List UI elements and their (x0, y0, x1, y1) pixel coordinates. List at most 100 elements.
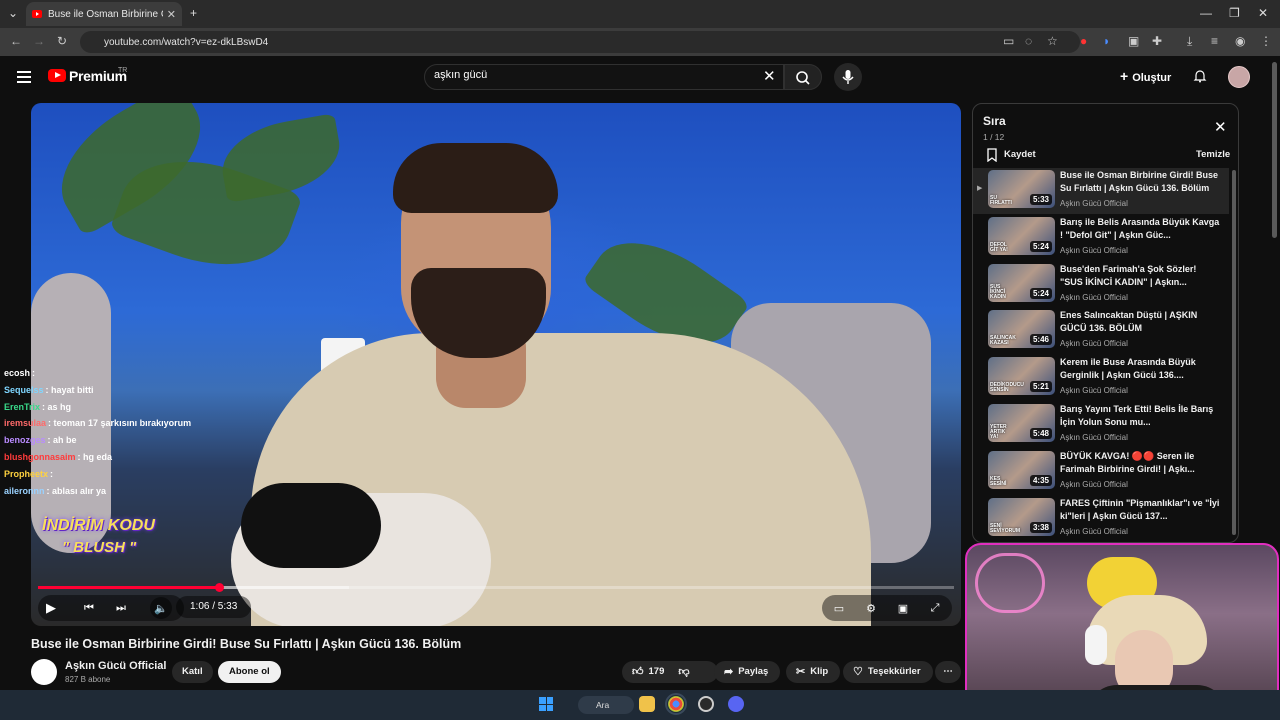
windows-start-icon[interactable] (539, 697, 553, 711)
queue-item[interactable]: YETER ARTIK YA! 5:48 Barış Yayını Terk Ett… (973, 402, 1229, 448)
volume-icon[interactable]: 🔈 (150, 597, 172, 619)
clear-queue-button[interactable]: Temizle (1196, 149, 1230, 160)
settings-gear-icon[interactable]: ⚙ (860, 597, 882, 619)
queue-item-title[interactable]: Enes Salıncaktan Düştü | AŞKIN GÜCÜ 136.… (1060, 309, 1220, 335)
thanks-button[interactable]: ♡ Teşekkürler (843, 661, 933, 683)
close-queue-icon[interactable]: ✕ (1214, 118, 1227, 136)
queue-item[interactable]: DEDİKODUCU SENSİN 5:21 Kerem ile Buse Aras… (973, 355, 1229, 401)
next-icon[interactable]: ⏭ (110, 597, 132, 619)
queue-thumbnail[interactable]: DEFOL GİT YA! 5:24 (988, 216, 1055, 255)
queue-item-title[interactable]: Barış ile Belis Arasında Büyük Kavga ! "… (1060, 216, 1220, 242)
account-avatar[interactable] (1228, 66, 1250, 88)
queue-item-channel: Aşkın Gücü Official (1060, 526, 1128, 536)
search-input[interactable]: aşkın gücü (434, 69, 487, 81)
save-queue-button[interactable]: Kaydet (1004, 149, 1036, 160)
queue-item-channel: Aşkın Gücü Official (1060, 199, 1128, 208)
queue-thumbnail[interactable]: KES SESİNİ 4:35 (988, 450, 1055, 489)
play-icon[interactable]: ▶ (40, 597, 62, 619)
reload-icon[interactable]: ↻ (57, 34, 67, 48)
extension-red-icon[interactable]: ● (1080, 34, 1087, 48)
chrome-icon[interactable] (665, 693, 687, 715)
download-icon[interactable]: ⤓ (1187, 34, 1192, 49)
now-playing-icon: ▶ (977, 185, 983, 192)
forward-icon[interactable]: → (33, 34, 45, 48)
thumbs-down-icon[interactable]: 👎︎ (678, 661, 689, 683)
previous-icon[interactable]: ⏮ (78, 597, 100, 619)
voice-search-button[interactable] (834, 63, 862, 91)
more-actions-button[interactable]: ⋯ (935, 661, 961, 683)
subscribe-button[interactable]: Abone ol (218, 661, 281, 683)
clear-search-icon[interactable]: ✕ (763, 67, 776, 85)
close-window-icon[interactable]: ✕ (1258, 6, 1268, 20)
extension-icon[interactable]: ▣ (1128, 34, 1139, 48)
page-scrollbar[interactable] (1272, 62, 1277, 238)
join-button[interactable]: Katıl (172, 661, 213, 683)
profile-icon[interactable]: ◉ (1235, 34, 1245, 48)
time-display: 1:06 / 5:33 (176, 596, 252, 618)
puzzle-icon[interactable]: ✚ (1152, 34, 1162, 48)
queue-thumbnail[interactable]: SUS İKİNCİ KADIN 5:24 (988, 263, 1055, 302)
queue-item-title[interactable]: BÜYÜK KAVGA! 🔴🔴 Seren ile Farimah Birbir… (1060, 450, 1220, 476)
notifications-bell-icon[interactable] (1193, 69, 1207, 83)
bookmark-icon[interactable] (986, 148, 998, 162)
queue-thumbnail[interactable]: SENİ SEVİYORUM 3:38 (988, 497, 1055, 536)
queue-thumbnail[interactable]: SALINCAK KAZASI 5:46 (988, 310, 1055, 349)
search-button[interactable] (784, 64, 822, 90)
like-count[interactable]: 179 (649, 661, 665, 683)
file-explorer-icon[interactable] (639, 696, 655, 712)
queue-item[interactable]: SUS İKİNCİ KADIN 5:24 Buse'den Farimah'a Ş… (973, 262, 1229, 308)
queue-item[interactable]: KES SESİNİ 4:35 BÜYÜK KAVGA! 🔴🔴 Seren ile … (973, 449, 1229, 495)
minimize-icon[interactable]: — (1200, 6, 1212, 20)
share-label: Paylaş (738, 666, 769, 677)
media-icon[interactable]: ≡ (1211, 34, 1218, 48)
tab-list-icon[interactable]: ⌄ (8, 6, 18, 20)
discord-icon[interactable] (728, 696, 744, 712)
subtitles-icon[interactable]: ▭ (828, 597, 850, 619)
new-tab-icon[interactable]: + (190, 6, 197, 20)
create-button[interactable]: + Oluştur (1120, 68, 1171, 84)
restore-icon[interactable]: ❐ (1229, 6, 1240, 20)
taskbar-search[interactable]: Ara (578, 696, 634, 714)
back-icon[interactable]: ← (10, 34, 22, 48)
cast-icon[interactable]: ▭ (1003, 34, 1014, 48)
url-field[interactable]: youtube.com/watch?v=ez-dkLBswD4 (80, 31, 1080, 53)
chat-message: aileronnn: ablası alır ya (4, 483, 191, 500)
share-button[interactable]: ➦ Paylaş (714, 661, 781, 683)
eye-off-icon[interactable]: ◌ (1025, 34, 1032, 48)
queue-item-title[interactable]: Buse ile Osman Birbirine Girdi! Buse Su … (1060, 169, 1220, 195)
chat-message: iremsulaa: teoman 17 şarkısını bırakıyor… (4, 415, 191, 432)
thumbs-up-icon[interactable]: 👍︎ (632, 661, 644, 683)
queue-item-title[interactable]: FARES Çiftinin "Pişmanlıklar"ı ve "İyi k… (1060, 497, 1220, 523)
extension-blue-icon[interactable]: ◗ (1103, 34, 1110, 48)
queue-thumbnail[interactable]: SU FIRLATTI 5:33 (988, 170, 1055, 208)
queue-item-title[interactable]: Buse'den Farimah'a Şok Sözler! "SUS İKİN… (1060, 263, 1220, 289)
more-menu-icon[interactable]: ⋮ (1260, 34, 1272, 48)
channel-avatar[interactable] (31, 659, 57, 685)
miniplayer-icon[interactable]: ▣ (892, 597, 914, 619)
bookmark-star-icon[interactable]: ☆ (1047, 34, 1058, 48)
browser-tab[interactable]: Buse ile Osman Birbirine Girdi! Buse Su … (26, 2, 182, 26)
more-horizontal-icon: ⋯ (943, 666, 953, 677)
hamburger-menu-icon[interactable] (17, 71, 31, 83)
duration-badge: 5:48 (1029, 428, 1052, 439)
queue-scrollbar[interactable] (1232, 170, 1236, 535)
queue-item-title[interactable]: Kerem ile Buse Arasında Büyük Gerginlik … (1060, 356, 1220, 382)
queue-item-title[interactable]: Barış Yayını Terk Etti! Belis İle Barış … (1060, 403, 1220, 429)
fullscreen-icon[interactable]: ⤢ (924, 597, 946, 619)
person-hair (393, 143, 558, 213)
close-tab-icon[interactable]: ✕ (167, 8, 176, 21)
app-icon[interactable] (698, 696, 714, 712)
youtube-logo-icon[interactable] (48, 69, 66, 82)
queue-thumbnail[interactable]: DEDİKODUCU SENSİN 5:21 (988, 357, 1055, 396)
queue-item[interactable]: SALINCAK KAZASI 5:46 Enes Salıncaktan Düşt… (973, 308, 1229, 354)
queue-item[interactable]: DEFOL GİT YA! 5:24 Barış ile Belis Arasınd… (973, 215, 1229, 261)
queue-item-channel: Aşkın Gücü Official (1060, 339, 1128, 349)
chat-message: Sequelss: hayat bitti (4, 382, 191, 399)
promo-code-line1: İNDİRİM KODU (42, 517, 155, 534)
progress-bar[interactable] (38, 583, 954, 592)
queue-item[interactable]: SENİ SEVİYORUM 3:38 FARES Çiftinin "Pişman… (973, 496, 1229, 542)
channel-name[interactable]: Aşkın Gücü Official (65, 660, 166, 672)
clip-button[interactable]: ✂ Klip (786, 661, 841, 683)
queue-item[interactable]: ▶ SU FIRLATTI 5:33 Buse ile Osman Birbirine… (973, 168, 1229, 214)
queue-thumbnail[interactable]: YETER ARTIK YA! 5:48 (988, 404, 1055, 442)
